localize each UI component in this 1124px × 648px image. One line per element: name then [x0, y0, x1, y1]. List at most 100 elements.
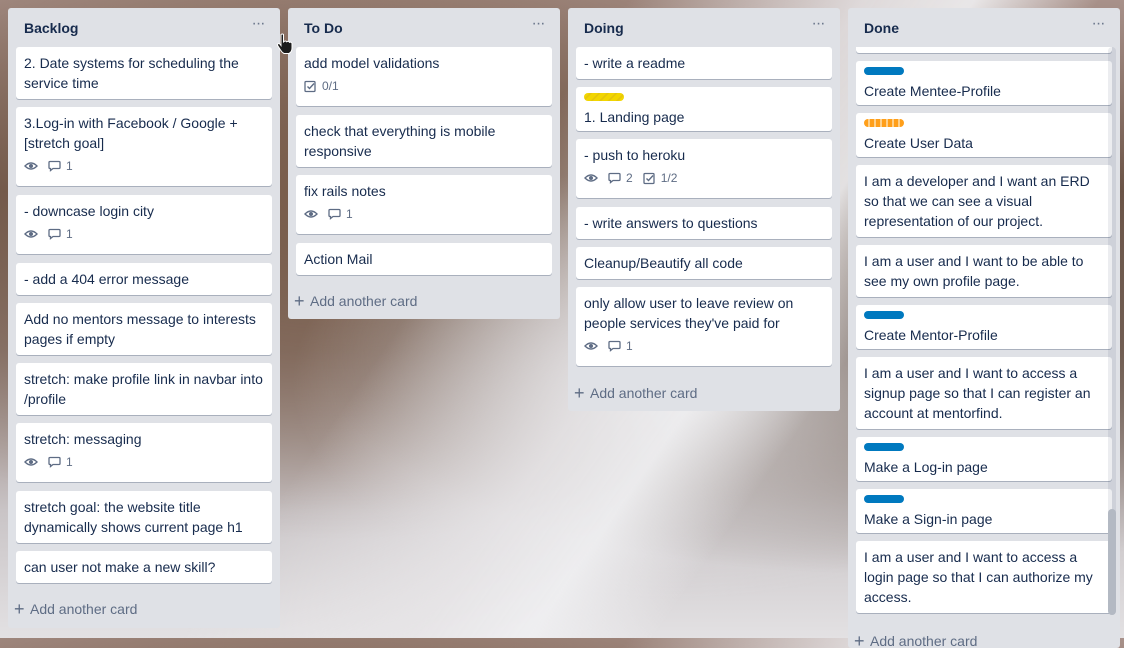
comment-badge: 1 [48, 159, 73, 173]
list-title[interactable]: Doing [584, 20, 624, 36]
card-title: I am a developer and I want an ERD so th… [864, 173, 1090, 229]
card[interactable]: I am a user and I want to access a login… [856, 541, 1112, 613]
comment-icon [608, 340, 621, 352]
card-title: Action Mail [304, 251, 373, 267]
comment-count: 1 [66, 227, 73, 241]
checkbox-icon [304, 80, 316, 92]
card[interactable]: fix rails notes 1 [296, 175, 552, 234]
card[interactable]: stretch: messaging 1 [16, 423, 272, 482]
card[interactable]: - write answers to questions [576, 207, 832, 239]
ellipsis-icon[interactable]: ··· [528, 16, 548, 36]
eye-icon [24, 457, 38, 467]
card[interactable]: can user not make a new skill? [16, 551, 272, 583]
card-badges: 1 [584, 336, 824, 356]
eye-icon [24, 161, 38, 171]
blue-label[interactable] [864, 67, 904, 75]
card[interactable]: add model validations 0/1 [296, 47, 552, 106]
card-title: I am a user and I want to access a login… [864, 549, 1093, 605]
ellipsis-icon[interactable]: ··· [808, 16, 828, 36]
comment-count: 1 [66, 159, 73, 173]
card-title: Make a Log-in page [864, 459, 988, 475]
card[interactable]: Create Mentee-Profile [856, 61, 1112, 105]
list-header: To Do ··· [288, 8, 560, 48]
card[interactable]: Cleanup/Beautify all code [576, 247, 832, 279]
card[interactable] [856, 47, 1112, 53]
card[interactable]: 3.Log-in with Facebook / Google + [stret… [16, 107, 272, 186]
card[interactable]: Create User Data [856, 113, 1112, 157]
card-title: Cleanup/Beautify all code [584, 255, 743, 271]
card[interactable]: 2. Date systems for scheduling the servi… [16, 47, 272, 99]
blue-label[interactable] [864, 495, 904, 503]
done-list-scrollbar[interactable] [1108, 47, 1116, 615]
eye-icon [584, 341, 598, 351]
card[interactable]: 1. Landing page [576, 87, 832, 131]
card[interactable]: Make a Sign-in page [856, 489, 1112, 533]
blue-label[interactable] [864, 443, 904, 451]
checklist-badge: 1/2 [643, 171, 677, 185]
card-title: Create Mentee-Profile [864, 83, 1001, 99]
eye-icon [24, 229, 38, 239]
card-title: - add a 404 error message [24, 271, 189, 287]
card-title: stretch: make profile link in navbar int… [24, 371, 263, 407]
add-card-label: Add another card [310, 293, 418, 309]
card-title: Create Mentor-Profile [864, 327, 998, 343]
card[interactable]: Action Mail [296, 243, 552, 275]
checkbox-icon [643, 172, 655, 184]
card-title: - downcase login city [24, 203, 154, 219]
blue-label[interactable] [864, 311, 904, 319]
card[interactable]: stretch: make profile link in navbar int… [16, 363, 272, 415]
comment-icon [608, 172, 621, 184]
add-card-button[interactable]: + Add another card [572, 379, 697, 407]
card[interactable]: only allow user to leave review on peopl… [576, 287, 832, 366]
comment-count: 1 [66, 455, 73, 469]
card-title: Create User Data [864, 135, 973, 151]
card-title: 3.Log-in with Facebook / Google + [stret… [24, 115, 238, 151]
ellipsis-icon[interactable]: ··· [248, 16, 268, 36]
card[interactable]: stretch goal: the website title dynamica… [16, 491, 272, 543]
card-title: I am a user and I want to access a signu… [864, 365, 1091, 421]
list-title[interactable]: To Do [304, 20, 343, 36]
card[interactable]: Add no mentors message to interests page… [16, 303, 272, 355]
plus-icon: + [574, 383, 585, 403]
card-title: fix rails notes [304, 183, 386, 199]
card[interactable]: - add a 404 error message [16, 263, 272, 295]
orange-label[interactable] [864, 119, 904, 127]
comment-icon [48, 160, 61, 172]
list-header: Backlog ··· [8, 8, 280, 48]
card[interactable]: Create Mentor-Profile [856, 305, 1112, 349]
add-card-label: Add another card [870, 633, 978, 648]
comment-count: 1 [346, 207, 353, 221]
card-title: 2. Date systems for scheduling the servi… [24, 55, 239, 91]
card[interactable]: check that everything is mobile responsi… [296, 115, 552, 167]
comment-badge: 1 [328, 207, 353, 221]
card-badges: 1 [24, 156, 264, 176]
ellipsis-icon[interactable]: ··· [1088, 16, 1108, 36]
list-backlog: Backlog ··· 2. Date systems for scheduli… [8, 8, 280, 628]
scrollbar-thumb[interactable] [1108, 509, 1116, 615]
add-card-button[interactable]: + Add another card [292, 287, 417, 315]
card-title: I am a user and I want to be able to see… [864, 253, 1084, 289]
card[interactable]: Make a Log-in page [856, 437, 1112, 481]
card[interactable]: - downcase login city 1 [16, 195, 272, 254]
card-title: 1. Landing page [584, 109, 685, 125]
plus-icon: + [294, 291, 305, 311]
card[interactable]: I am a user and I want to access a signu… [856, 357, 1112, 429]
card[interactable]: I am a developer and I want an ERD so th… [856, 165, 1112, 237]
comment-badge: 1 [48, 227, 73, 241]
comment-icon [48, 228, 61, 240]
eye-icon [584, 173, 598, 183]
add-card-button[interactable]: + Add another card [12, 595, 137, 623]
card[interactable]: - write a readme [576, 47, 832, 79]
list-title[interactable]: Backlog [24, 20, 78, 36]
card-badges: 0/1 [304, 76, 544, 96]
card-title: only allow user to leave review on peopl… [584, 295, 794, 331]
done-card-scroll-area[interactable]: Create Mentee-Profile Create User Data I… [848, 47, 1120, 648]
card[interactable]: - push to heroku 2 1/2 [576, 139, 832, 198]
comment-icon [328, 208, 341, 220]
card-badges: 1 [24, 224, 264, 244]
list-title[interactable]: Done [864, 20, 899, 36]
yellow-label[interactable] [584, 93, 624, 101]
card[interactable]: I am a user and I want to be able to see… [856, 245, 1112, 297]
card-title: stretch goal: the website title dynamica… [24, 499, 243, 535]
card-badges: 1 [304, 204, 544, 224]
